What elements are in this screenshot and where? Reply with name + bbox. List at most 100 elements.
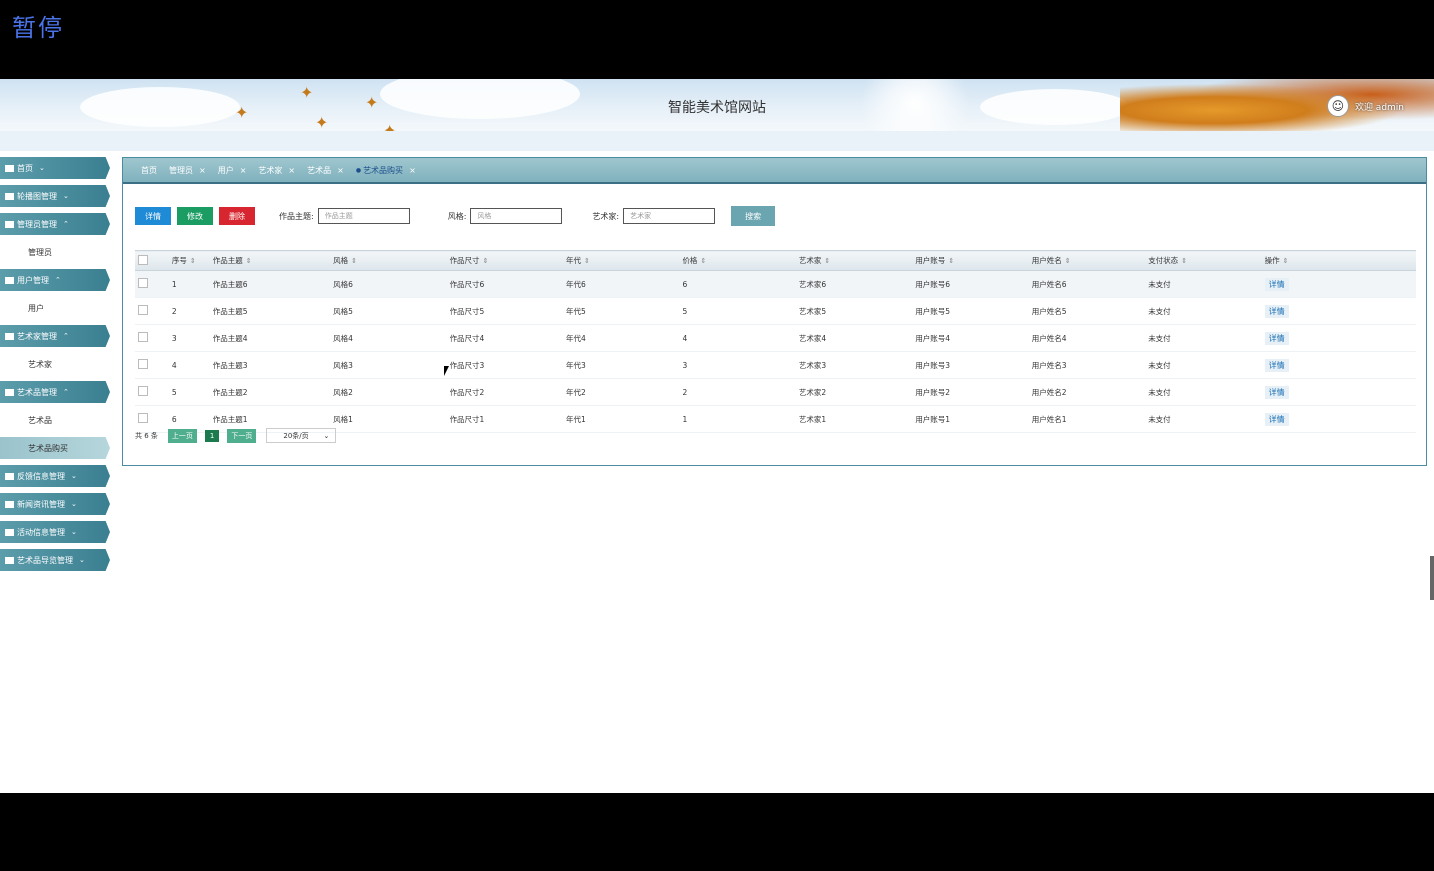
page-size-select[interactable]: 20条/页 ⌄ xyxy=(266,428,337,443)
column-header[interactable]: 支付状态 ⇕ xyxy=(1147,250,1264,271)
column-header-label: 年代 xyxy=(566,256,581,265)
column-header[interactable]: 用户账号 ⇕ xyxy=(914,250,1031,271)
row-checkbox[interactable] xyxy=(138,359,148,369)
row-detail-link[interactable]: 详情 xyxy=(1264,277,1289,291)
search-button[interactable]: 搜索 xyxy=(731,206,776,226)
row-detail-link[interactable]: 详情 xyxy=(1264,331,1289,345)
sidebar-menu-12[interactable]: 新闻资讯管理 ⌄ xyxy=(0,493,110,515)
sidebar-menu-2[interactable]: 管理员管理 ⌃ xyxy=(0,213,110,235)
column-header[interactable]: 风格 ⇕ xyxy=(332,250,449,271)
table-row[interactable]: 1 作品主题6 风格6 作品尺寸6 年代6 6 艺术家6 用户账号6 用户姓名6 未支付 详情 xyxy=(135,270,1416,298)
column-header[interactable]: 作品主题 ⇕ xyxy=(211,250,333,271)
table-row[interactable]: 3 作品主题4 风格4 作品尺寸4 年代4 4 艺术家4 用户账号4 用户姓名4 未支付 详情 xyxy=(135,324,1416,352)
table-cell: 详情 xyxy=(1263,405,1416,433)
sidebar-menu-13[interactable]: 活动信息管理 ⌄ xyxy=(0,521,110,543)
sort-icon[interactable]: ⇕ xyxy=(190,257,196,265)
next-page-button[interactable]: 下一页 xyxy=(227,428,257,443)
sidebar-menu-4[interactable]: 用户管理 ⌃ xyxy=(0,269,110,291)
current-page-button[interactable]: 1 xyxy=(204,429,220,442)
prev-page-button[interactable]: 上一页 xyxy=(167,428,197,443)
sort-icon[interactable]: ⇕ xyxy=(584,257,590,265)
tab-label: 艺术品购买 xyxy=(363,165,404,175)
menu-icon xyxy=(5,192,14,200)
sidebar-item-3[interactable]: 管理员 xyxy=(0,241,112,263)
close-icon[interactable]: × xyxy=(288,166,295,175)
sidebar-menu-0[interactable]: 首页 ⌄ xyxy=(0,157,110,179)
sort-icon[interactable]: ⇕ xyxy=(700,257,706,265)
table-row[interactable]: 5 作品主题2 风格2 作品尺寸2 年代2 2 艺术家2 用户账号2 用户姓名2 未支付 详情 xyxy=(135,378,1416,406)
row-detail-link[interactable]: 详情 xyxy=(1264,304,1289,318)
column-header-label: 用户姓名 xyxy=(1031,256,1062,265)
sidebar-menu-label: 管理员管理 xyxy=(17,219,57,229)
filter-label-artist: 艺术家: xyxy=(592,211,620,221)
row-detail-link[interactable]: 详情 xyxy=(1264,358,1289,372)
tab-4[interactable]: 艺术品 × xyxy=(307,165,344,176)
row-checkbox[interactable] xyxy=(138,278,148,288)
column-header[interactable]: 年代 ⇕ xyxy=(565,250,682,271)
table-cell: 未支付 xyxy=(1147,351,1264,379)
menu-icon xyxy=(5,220,14,228)
detail-button[interactable]: 详情 xyxy=(135,207,171,225)
search-input-style[interactable]: 风格 xyxy=(470,208,563,224)
table-row[interactable]: 4 作品主题3 风格3 作品尺寸3 年代3 3 艺术家3 用户账号3 用户姓名3 未支付 详情 xyxy=(135,351,1416,379)
sidebar-item-5[interactable]: 用户 xyxy=(0,297,112,319)
row-detail-link[interactable]: 详情 xyxy=(1264,385,1289,399)
sidebar-item-10[interactable]: 艺术品购买 xyxy=(0,437,110,459)
column-header[interactable]: 价格 ⇕ xyxy=(681,250,798,271)
delete-button[interactable]: 删除 xyxy=(219,207,255,225)
column-header[interactable]: 操作 ⇕ xyxy=(1263,250,1416,271)
scrollbar[interactable] xyxy=(1430,556,1434,600)
table-cell: 风格6 xyxy=(332,270,449,298)
close-icon[interactable]: × xyxy=(409,166,416,175)
sort-icon[interactable]: ⇕ xyxy=(948,257,954,265)
table-cell: 艺术家6 xyxy=(797,270,915,298)
column-header[interactable]: 艺术家 ⇕ xyxy=(797,250,915,271)
sort-icon[interactable]: ⇕ xyxy=(1065,257,1071,265)
sort-icon[interactable]: ⇕ xyxy=(246,257,252,265)
close-icon[interactable]: × xyxy=(337,166,344,175)
sort-icon[interactable]: ⇕ xyxy=(483,257,489,265)
search-input-theme[interactable]: 作品主题 xyxy=(317,208,410,224)
sidebar-menu-8[interactable]: 艺术品管理 ⌃ xyxy=(0,381,110,403)
row-checkbox[interactable] xyxy=(138,386,148,396)
search-input-artist[interactable]: 艺术家 xyxy=(623,208,716,224)
sort-icon[interactable]: ⇕ xyxy=(351,257,357,265)
column-header[interactable]: 作品尺寸 ⇕ xyxy=(448,250,565,271)
menu-icon xyxy=(5,332,14,340)
sort-icon[interactable]: ⇕ xyxy=(1181,257,1187,265)
user-menu[interactable]: ☺ 欢迎 admin xyxy=(1326,95,1404,117)
tab-5[interactable]: 艺术品购买 × xyxy=(356,165,416,176)
edit-button[interactable]: 修改 xyxy=(177,207,213,225)
sidebar-menu-1[interactable]: 轮播图管理 ⌄ xyxy=(0,185,110,207)
home-icon xyxy=(5,164,14,172)
table-cell: 详情 xyxy=(1263,351,1416,379)
sidebar-menu-6[interactable]: 艺术家管理 ⌃ xyxy=(0,325,110,347)
sidebar-menu-14[interactable]: 艺术品导览管理 ⌄ xyxy=(0,549,110,571)
row-checkbox[interactable] xyxy=(138,332,148,342)
close-icon[interactable]: × xyxy=(240,166,247,175)
table-cell: 未支付 xyxy=(1147,405,1264,433)
sort-icon[interactable]: ⇕ xyxy=(824,257,830,265)
tab-2[interactable]: 用户 × xyxy=(218,165,247,176)
column-header[interactable]: 用户姓名 ⇕ xyxy=(1030,250,1148,271)
row-detail-link[interactable]: 详情 xyxy=(1264,412,1289,426)
select-all-checkbox[interactable] xyxy=(138,254,148,265)
sidebar-item-9[interactable]: 艺术品 xyxy=(0,409,112,431)
menu-icon xyxy=(5,556,14,564)
tab-0[interactable]: 首页 xyxy=(141,165,157,176)
chevron-icon: ⌃ xyxy=(63,332,69,340)
sidebar-menu-label: 艺术品导览管理 xyxy=(17,555,73,565)
sidebar: 首页 ⌄ 轮播图管理 ⌄ 管理员管理 ⌃ 管理员 用户管理 ⌃ 用户 艺术家管理 ⌃ 艺术家 艺术品管理 ⌃… xyxy=(0,157,112,577)
tab-1[interactable]: 管理员 × xyxy=(169,165,206,176)
sidebar-item-7[interactable]: 艺术家 xyxy=(0,353,112,375)
close-icon[interactable]: × xyxy=(199,166,206,175)
welcome-text: 欢迎 admin xyxy=(1354,102,1404,113)
row-checkbox[interactable] xyxy=(138,305,148,315)
table-row[interactable]: 2 作品主题5 风格5 作品尺寸5 年代5 5 艺术家5 用户账号5 用户姓名5 未支付 详情 xyxy=(135,297,1416,325)
sort-icon[interactable]: ⇕ xyxy=(1283,257,1289,265)
sidebar-menu-11[interactable]: 反馈信息管理 ⌄ xyxy=(0,465,110,487)
row-checkbox[interactable] xyxy=(138,413,148,423)
tab-3[interactable]: 艺术家 × xyxy=(258,165,295,176)
avatar[interactable]: ☺ xyxy=(1326,95,1349,117)
column-header[interactable]: 序号 ⇕ xyxy=(170,250,212,271)
